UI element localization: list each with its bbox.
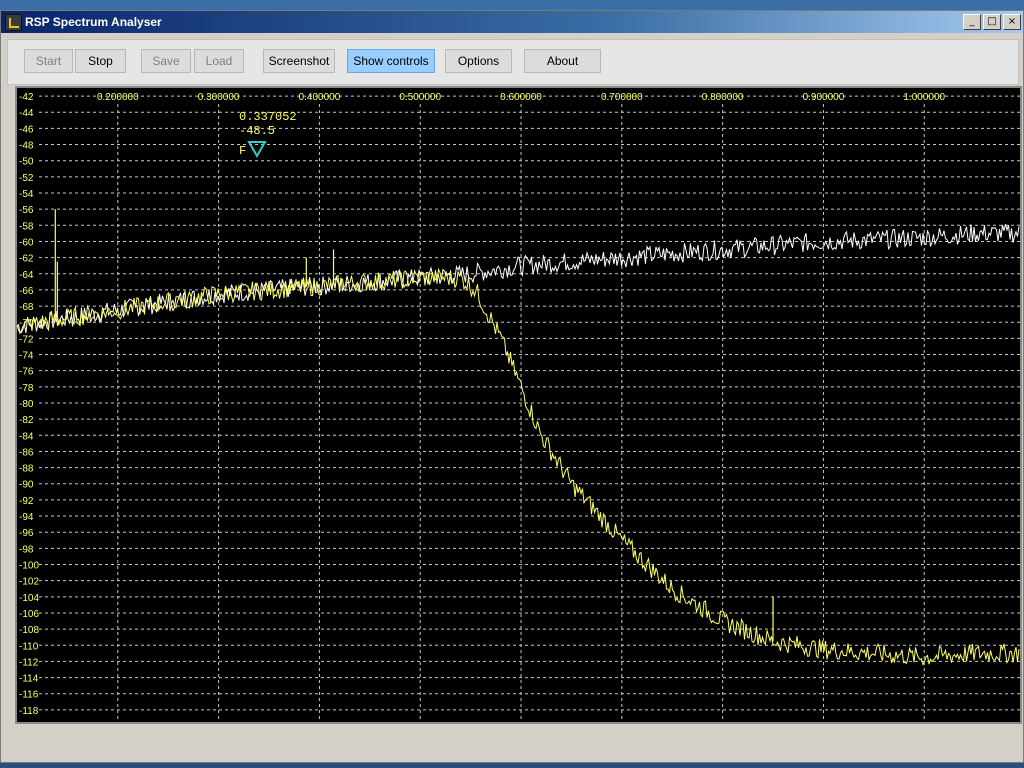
- y-tick-label: -114: [19, 674, 39, 685]
- start-button[interactable]: Start: [24, 49, 73, 73]
- stop-button[interactable]: Stop: [75, 49, 126, 73]
- x-tick-label: 0.800000: [702, 92, 744, 103]
- options-button[interactable]: Options: [445, 49, 512, 73]
- save-button[interactable]: Save: [141, 49, 191, 73]
- y-tick-label: -52: [19, 173, 34, 184]
- toolbar: Start Stop Save Load Screenshot Show con…: [7, 39, 1019, 85]
- x-axis-labels: 0.200000 0.300000 0.400000 0.500000 0.600000…: [97, 92, 946, 103]
- app-window: RSP Spectrum Analyser _ □ × Start Stop S…: [0, 10, 1024, 763]
- y-tick-label: -102: [19, 577, 39, 588]
- spectrum-display[interactable]: 0.200000 0.300000 0.400000 0.500000 0.600000…: [15, 86, 1022, 724]
- frequency-marker[interactable]: 0.337052 -48.5 F: [239, 110, 297, 159]
- x-tick-label: 0.900000: [803, 92, 845, 103]
- close-button[interactable]: ×: [1003, 14, 1021, 30]
- grid: [39, 95, 1020, 722]
- traces: [17, 209, 1020, 666]
- x-tick-label: 0.600000: [500, 92, 542, 103]
- spectrum-chart[interactable]: 0.200000 0.300000 0.400000 0.500000 0.600000…: [17, 88, 1020, 722]
- show-controls-button[interactable]: Show controls: [347, 49, 435, 73]
- y-tick-label: -64: [19, 270, 34, 281]
- x-tick-label: 0.400000: [299, 92, 341, 103]
- marker-label: F: [239, 144, 246, 158]
- y-tick-label: -92: [19, 496, 34, 507]
- x-tick-label: 0.300000: [198, 92, 240, 103]
- marker-level-readout: -48.5: [239, 124, 275, 138]
- marker-frequency-readout: 0.337052: [239, 110, 297, 124]
- y-tick-label: -80: [19, 399, 34, 410]
- y-tick-label: -104: [19, 593, 39, 604]
- load-button[interactable]: Load: [194, 49, 244, 73]
- y-tick-label: -44: [19, 108, 34, 119]
- x-tick-label: 0.700000: [601, 92, 643, 103]
- y-tick-label: -106: [19, 609, 39, 620]
- y-tick-label: -96: [19, 528, 34, 539]
- screenshot-button[interactable]: Screenshot: [263, 49, 335, 73]
- y-tick-label: -110: [19, 641, 39, 652]
- y-tick-label: -94: [19, 512, 34, 523]
- y-tick-label: -50: [19, 157, 34, 168]
- y-tick-label: -48: [19, 141, 34, 152]
- y-tick-label: -100: [19, 561, 39, 572]
- maximize-button[interactable]: □: [983, 14, 1001, 30]
- window-title: RSP Spectrum Analyser: [25, 15, 162, 29]
- y-tick-label: -46: [19, 124, 34, 135]
- y-tick-label: -88: [19, 464, 34, 475]
- y-tick-label: -60: [19, 237, 34, 248]
- y-tick-label: -42: [19, 92, 34, 103]
- y-tick-label: -82: [19, 415, 34, 426]
- window-controls: _ □ ×: [963, 14, 1021, 30]
- y-tick-label: -68: [19, 302, 34, 313]
- minimize-button[interactable]: _: [963, 14, 981, 30]
- y-tick-label: -62: [19, 254, 34, 265]
- y-tick-label: -76: [19, 367, 34, 378]
- y-tick-label: -58: [19, 221, 34, 232]
- y-tick-label: -118: [19, 706, 39, 717]
- x-tick-label: 0.200000: [97, 92, 139, 103]
- title-bar[interactable]: RSP Spectrum Analyser _ □ ×: [1, 11, 1023, 33]
- desktop-background-strip: [0, 0, 1024, 10]
- y-tick-label: -74: [19, 351, 34, 362]
- y-tick-label: -86: [19, 447, 34, 458]
- y-tick-label: -112: [19, 657, 39, 668]
- y-tick-label: -116: [19, 690, 39, 701]
- y-tick-label: -90: [19, 480, 34, 491]
- x-tick-label: 1.000000: [903, 92, 945, 103]
- y-tick-label: -56: [19, 205, 34, 216]
- y-tick-label: -108: [19, 625, 39, 636]
- y-tick-label: -54: [19, 189, 34, 200]
- about-button[interactable]: About: [524, 49, 601, 73]
- y-tick-label: -66: [19, 286, 34, 297]
- y-axis-labels: -42 -44 -46 -48 -50 -52 -54 -56 -58 -60 -62 -64 -66 -…: [19, 92, 39, 717]
- x-tick-label: 0.500000: [399, 92, 441, 103]
- y-tick-label: -98: [19, 544, 34, 555]
- app-icon: [5, 14, 22, 31]
- y-tick-label: -78: [19, 383, 34, 394]
- y-tick-label: -84: [19, 431, 34, 442]
- live-trace: [17, 267, 1020, 666]
- y-tick-label: -72: [19, 334, 34, 345]
- reference-trace: [17, 224, 1020, 335]
